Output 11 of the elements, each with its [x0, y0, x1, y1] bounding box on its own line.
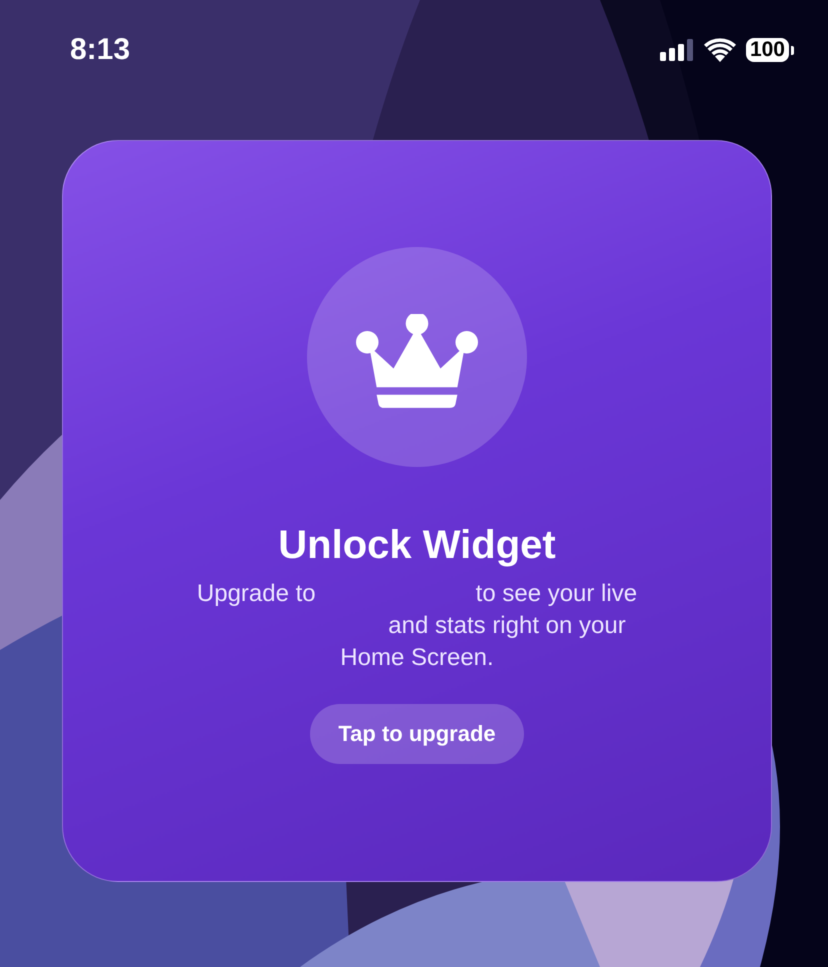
description-text: to see your live [476, 579, 638, 609]
signal-icon [660, 39, 694, 61]
wifi-icon [704, 38, 736, 62]
battery-level: 100 [746, 38, 789, 62]
widget-title: Unlock Widget [278, 523, 556, 568]
description-text: Upgrade to [196, 579, 316, 609]
crown-icon [356, 314, 478, 408]
description-text: Home Screen. [340, 643, 494, 673]
clock-time: 8:13 [70, 33, 130, 67]
upgrade-button[interactable]: Tap to upgrade [310, 704, 524, 764]
description-text: and stats right on your [388, 611, 626, 641]
